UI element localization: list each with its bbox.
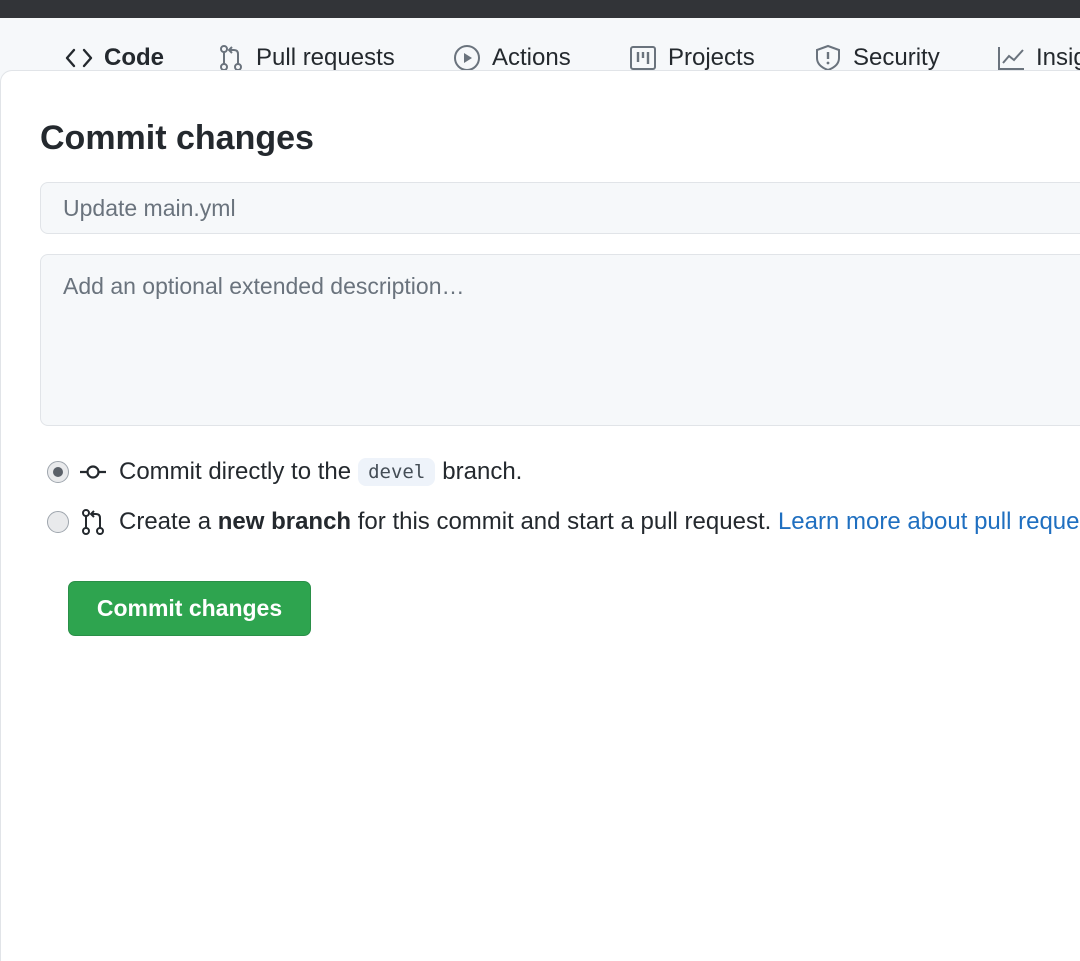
git-pull-request-icon bbox=[216, 43, 246, 73]
tab-code-label: Code bbox=[104, 44, 164, 71]
play-icon bbox=[452, 43, 482, 73]
commit-direct-prefix: Commit directly to the bbox=[119, 458, 352, 485]
graph-icon bbox=[996, 43, 1026, 73]
commit-changes-dialog: Commit changes Commit directly to the de… bbox=[0, 70, 1080, 961]
branch-name: devel bbox=[358, 458, 436, 486]
commit-changes-button[interactable]: Commit changes bbox=[68, 581, 311, 636]
dialog-title: Commit changes bbox=[40, 119, 314, 157]
commit-direct-suffix: branch. bbox=[442, 458, 523, 485]
tab-projects-label: Projects bbox=[668, 44, 755, 71]
new-branch-option[interactable]: Create a new branch for this commit and … bbox=[47, 504, 1080, 540]
git-commit-icon bbox=[79, 457, 107, 487]
commit-description-textarea[interactable] bbox=[40, 254, 1080, 426]
learn-more-pull-requests-link[interactable]: Learn more about pull requests. bbox=[778, 508, 1080, 536]
new-branch-radio[interactable] bbox=[47, 511, 69, 533]
new-branch-emphasis: new branch bbox=[217, 508, 352, 535]
new-branch-suffix: for this commit and start a pull request… bbox=[357, 508, 772, 535]
git-pull-request-icon bbox=[79, 507, 107, 537]
repo-nav-tabs: Code Pull requests Actions Projects Secu… bbox=[0, 18, 1080, 78]
browser-top-bar bbox=[0, 0, 1080, 18]
tab-actions-label: Actions bbox=[492, 44, 571, 71]
new-branch-prefix: Create a bbox=[119, 508, 212, 535]
commit-direct-option[interactable]: Commit directly to the devel branch. bbox=[47, 454, 522, 490]
code-icon bbox=[64, 43, 94, 73]
tab-security-label: Security bbox=[853, 44, 940, 71]
project-icon bbox=[628, 43, 658, 73]
commit-summary-input[interactable] bbox=[40, 182, 1080, 234]
tab-pull-requests-label: Pull requests bbox=[256, 44, 395, 71]
shield-icon bbox=[813, 43, 843, 73]
tab-insights-label: Insights bbox=[1036, 44, 1080, 71]
commit-direct-radio[interactable] bbox=[47, 461, 69, 483]
